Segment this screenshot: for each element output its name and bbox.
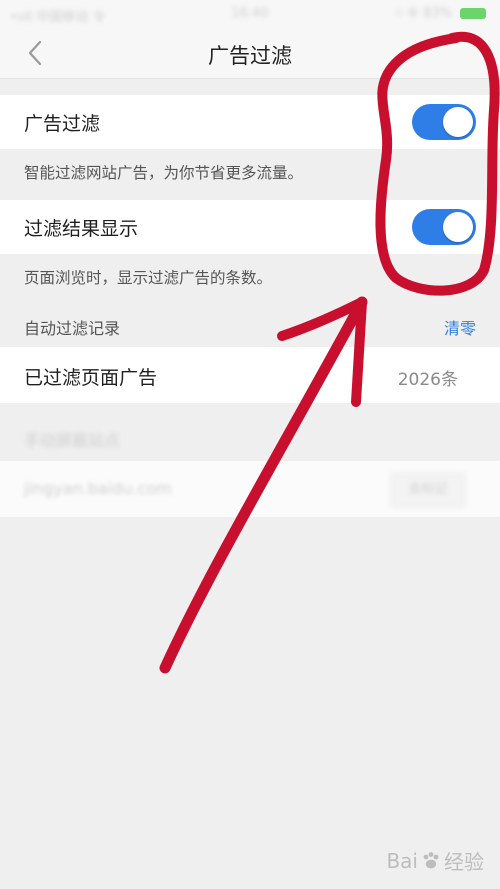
result-display-label: 过滤结果显示: [24, 218, 139, 240]
toggle-knob: [443, 107, 473, 137]
result-display-row: 过滤结果显示: [0, 200, 500, 254]
clear-button[interactable]: 清零: [444, 315, 476, 339]
watermark: Bai 经验: [386, 846, 484, 875]
result-display-description: 页面浏览时，显示过滤广告的条数。: [24, 269, 273, 287]
battery-icon: [460, 8, 486, 19]
ad-filter-description: 智能过滤网站广告，为你节省更多流量。: [24, 164, 304, 182]
page-title: 广告过滤: [208, 44, 292, 68]
manual-section-label: 手动屏蔽站点: [24, 431, 121, 450]
watermark-brand-left: Bai: [386, 848, 418, 873]
ad-filter-row: 广告过滤: [0, 95, 500, 149]
record-section-label: 自动过滤记录: [24, 319, 121, 338]
manual-block-row: jingyan.baidu.com 去标记: [0, 461, 500, 517]
filtered-count-value: 2026条: [397, 370, 458, 390]
ad-filter-label: 广告过滤: [24, 113, 101, 135]
result-display-toggle[interactable]: [412, 209, 476, 245]
filtered-count-label: 已过滤页面广告: [24, 367, 158, 389]
nav-bar: 广告过滤: [0, 28, 500, 79]
toggle-knob: [443, 212, 473, 242]
manual-mark-button[interactable]: 去标记: [390, 472, 466, 508]
status-indicators: ⌾ ⑥ 83%: [395, 6, 452, 21]
paw-icon: [423, 851, 439, 868]
watermark-brand-right: 经验: [444, 850, 484, 874]
filtered-count-row: 已过滤页面广告 2026条: [0, 347, 500, 403]
status-bar: •ııll 中国移动 令 16:40 ⌾ ⑥ 83%: [0, 0, 500, 28]
annotation-arrow-head-left: [277, 297, 367, 341]
manual-site-input[interactable]: jingyan.baidu.com: [24, 479, 172, 498]
ad-filter-toggle[interactable]: [412, 104, 476, 140]
